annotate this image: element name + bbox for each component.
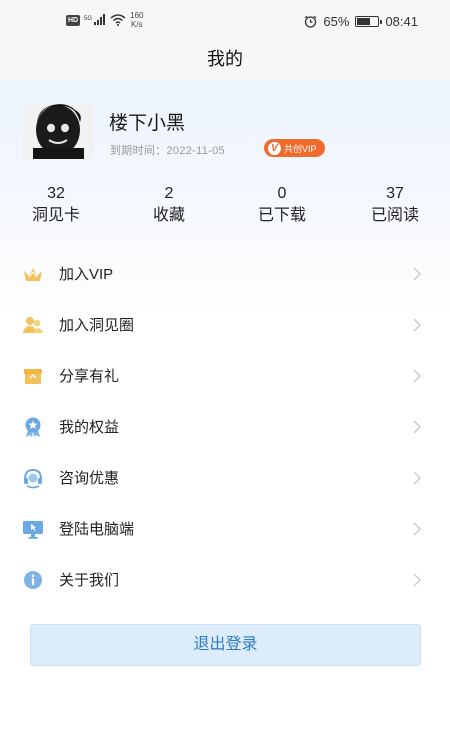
- stat-value: 32: [47, 185, 65, 202]
- menu-item-desktop-login[interactable]: 登陆电脑端: [0, 503, 450, 554]
- wifi-icon: [110, 14, 126, 26]
- monitor-icon: [23, 520, 43, 539]
- battery-fill: [357, 18, 371, 25]
- menu-item-label: 关于我们: [59, 572, 120, 589]
- net-speed-value: 160: [130, 11, 144, 20]
- signal-label: 5G: [84, 16, 92, 22]
- stat-label: 收藏: [152, 207, 185, 224]
- battery-icon: [355, 16, 383, 27]
- chevron-right-icon: [413, 522, 421, 535]
- stat-value: 0: [277, 185, 287, 202]
- chevron-right-icon: [413, 573, 421, 586]
- menu-item-join-circle[interactable]: 加入洞见圈: [0, 299, 450, 350]
- menu-item-share-gift[interactable]: 分享有礼: [0, 350, 450, 401]
- stat-read[interactable]: 37 已阅读: [350, 184, 440, 228]
- stat-label: 洞见卡: [31, 207, 80, 224]
- stat-cards[interactable]: 32 洞见卡: [11, 184, 101, 228]
- menu-item-label: 加入VIP: [59, 266, 114, 283]
- menu-item-consult-offers[interactable]: 咨询优惠: [0, 452, 450, 503]
- medal-icon: [25, 417, 41, 437]
- chevron-right-icon: [413, 369, 421, 382]
- net-speed-unit: K/s: [131, 20, 143, 29]
- menu-item-label: 我的权益: [59, 419, 120, 436]
- username: 楼下小黑: [109, 113, 186, 134]
- net-speed: 160 K/s: [130, 11, 143, 29]
- menu-item-label: 登陆电脑端: [59, 521, 135, 538]
- clock: 08:41: [385, 14, 418, 29]
- status-bar: HD 5G 160 K/s 65% 08:41: [0, 0, 450, 42]
- menu-list: 加入VIP 加入洞见圈 分享有礼 我的权益 咨询优惠 登陆电脑端 关于我们: [0, 248, 450, 605]
- menu-item-label: 分享有礼: [59, 368, 120, 385]
- chevron-right-icon: [413, 267, 421, 280]
- chevron-right-icon: [413, 420, 421, 433]
- headset-icon: [24, 468, 42, 488]
- people-icon: [23, 316, 43, 333]
- battery-percent: 65%: [323, 14, 350, 29]
- menu-item-label: 加入洞见圈: [59, 317, 135, 334]
- stats-row: 32 洞见卡 2 收藏 0 已下载 37 已阅读: [0, 184, 450, 234]
- menu-item-my-benefits[interactable]: 我的权益: [0, 401, 450, 452]
- nav-bar: 我的: [0, 42, 450, 80]
- alarm-icon: [304, 15, 317, 28]
- stat-value: 37: [386, 185, 404, 202]
- crown-icon: [24, 267, 42, 281]
- avatar-image: [23, 104, 94, 159]
- stat-value: 2: [164, 185, 174, 202]
- vip-badge: V 共创VIP: [264, 139, 325, 157]
- status-right: 65% 08:41: [304, 14, 418, 29]
- hd-badge: HD: [66, 14, 81, 26]
- stat-favorites[interactable]: 2 收藏: [124, 184, 214, 228]
- menu-item-label: 咨询优惠: [59, 470, 120, 487]
- chevron-right-icon: [413, 318, 421, 331]
- signal-icon: 5G: [84, 14, 106, 25]
- vip-v-icon: V: [268, 141, 281, 155]
- gift-icon: [24, 368, 42, 384]
- menu-item-about-us[interactable]: 关于我们: [0, 554, 450, 605]
- stat-downloaded[interactable]: 0 已下载: [237, 184, 327, 228]
- page-title: 我的: [207, 49, 243, 69]
- stat-label: 已阅读: [370, 207, 419, 224]
- status-left: HD 5G 160 K/s: [66, 11, 143, 29]
- avatar[interactable]: [23, 104, 94, 159]
- vip-badge-label: 共创VIP: [284, 143, 317, 154]
- menu-item-join-vip[interactable]: 加入VIP: [0, 248, 450, 299]
- logout-button[interactable]: 退出登录: [30, 624, 421, 666]
- info-icon: [24, 570, 42, 589]
- expiry-date: 到期时间：2022-11-05: [110, 145, 225, 157]
- chevron-right-icon: [413, 471, 421, 484]
- stat-label: 已下载: [257, 207, 306, 224]
